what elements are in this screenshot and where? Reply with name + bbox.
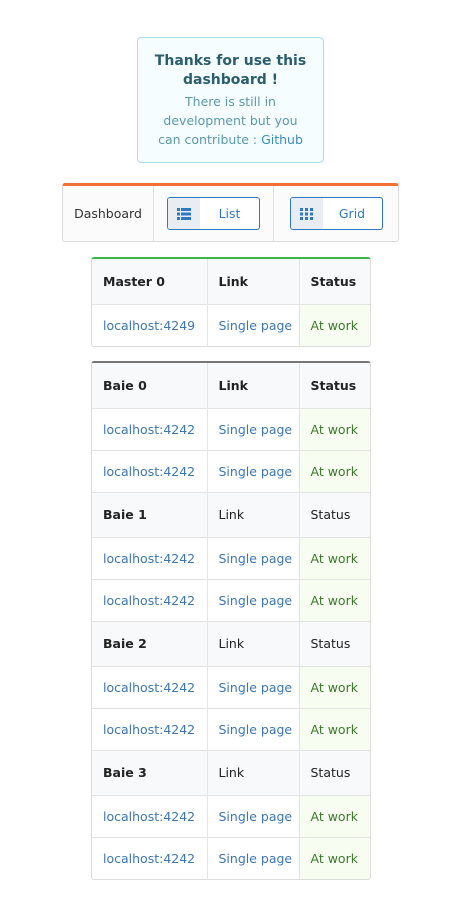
single-page-link[interactable]: Single page bbox=[207, 666, 300, 709]
baie-name-header: Baie 3 bbox=[92, 750, 208, 796]
single-page-link[interactable]: Single page bbox=[207, 537, 300, 580]
host-link[interactable]: localhost:4249 bbox=[92, 304, 208, 346]
host-link[interactable]: localhost:4242 bbox=[92, 537, 208, 580]
status-header: Status bbox=[299, 492, 370, 538]
host-link[interactable]: localhost:4242 bbox=[92, 666, 208, 709]
table-header-row: Baie 1 Link Status bbox=[92, 492, 370, 538]
status-cell: At work bbox=[299, 579, 370, 622]
list-icon bbox=[168, 198, 200, 229]
host-link[interactable]: localhost:4242 bbox=[92, 450, 208, 493]
status-cell: At work bbox=[299, 408, 370, 451]
notice-title: Thanks for use this dashboard ! bbox=[154, 53, 307, 88]
link-header: Link bbox=[207, 492, 300, 538]
table-row: localhost:4242 Single page At work bbox=[92, 408, 370, 451]
table-row: localhost:4249 Single page At work bbox=[92, 304, 370, 346]
single-page-link[interactable]: Single page bbox=[207, 795, 300, 838]
master-table: Master 0 Link Status localhost:4249 Sing… bbox=[91, 257, 371, 347]
status-cell: At work bbox=[299, 795, 370, 838]
table-row: localhost:4242 Single page At work bbox=[92, 537, 370, 580]
baie-name-header: Baie 0 bbox=[92, 363, 208, 409]
table-row: localhost:4242 Single page At work bbox=[92, 666, 370, 709]
status-header: Status bbox=[299, 259, 370, 305]
host-link[interactable]: localhost:4242 bbox=[92, 408, 208, 451]
table-row: localhost:4242 Single page At work bbox=[92, 450, 370, 493]
notice-line-3-text: can contribute : bbox=[158, 132, 262, 147]
host-link[interactable]: localhost:4242 bbox=[92, 708, 208, 751]
table-row: localhost:4242 Single page At work bbox=[92, 837, 370, 879]
status-header: Status bbox=[299, 363, 370, 409]
single-page-link[interactable]: Single page bbox=[207, 450, 300, 493]
baies-table: Baie 0 Link Status localhost:4242 Single… bbox=[91, 361, 371, 880]
info-notice: Thanks for use this dashboard ! There is… bbox=[137, 37, 324, 163]
grid-button-cell: Grid bbox=[274, 186, 398, 241]
status-cell: At work bbox=[299, 708, 370, 751]
grid-button-label: Grid bbox=[338, 206, 366, 221]
status-cell: At work bbox=[299, 666, 370, 709]
table-header-row: Master 0 Link Status bbox=[92, 259, 370, 305]
baie-name-header: Baie 1 bbox=[92, 492, 208, 538]
toolbar-title: Dashboard bbox=[63, 186, 154, 241]
master-name-header: Master 0 bbox=[92, 259, 208, 305]
status-cell: At work bbox=[299, 304, 370, 346]
notice-body: There is still in development but you ca… bbox=[138, 92, 323, 149]
table-row: localhost:4242 Single page At work bbox=[92, 795, 370, 838]
grid-icon bbox=[290, 198, 323, 229]
single-page-link[interactable]: Single page bbox=[207, 408, 300, 451]
host-link[interactable]: localhost:4242 bbox=[92, 795, 208, 838]
notice-line-2: development but you bbox=[163, 113, 298, 128]
list-view-button[interactable]: List bbox=[167, 197, 260, 230]
dashboard-toolbar: Dashboard List Grid bbox=[62, 183, 399, 242]
host-link[interactable]: localhost:4242 bbox=[92, 837, 208, 879]
status-cell: At work bbox=[299, 837, 370, 879]
single-page-link[interactable]: Single page bbox=[207, 837, 300, 879]
status-header: Status bbox=[299, 621, 370, 667]
single-page-link[interactable]: Single page bbox=[207, 304, 300, 346]
single-page-link[interactable]: Single page bbox=[207, 579, 300, 622]
grid-view-button[interactable]: Grid bbox=[289, 197, 383, 230]
link-header: Link bbox=[207, 621, 300, 667]
link-header: Link bbox=[207, 363, 300, 409]
link-header: Link bbox=[207, 750, 300, 796]
status-cell: At work bbox=[299, 450, 370, 493]
list-button-label: List bbox=[218, 206, 241, 221]
table-header-row: Baie 3 Link Status bbox=[92, 750, 370, 796]
table-row: localhost:4242 Single page At work bbox=[92, 579, 370, 622]
link-header: Link bbox=[207, 259, 300, 305]
list-button-cell: List bbox=[154, 186, 274, 241]
notice-line-1: There is still in bbox=[185, 94, 276, 109]
single-page-link[interactable]: Single page bbox=[207, 708, 300, 751]
status-header: Status bbox=[299, 750, 370, 796]
table-row: localhost:4242 Single page At work bbox=[92, 708, 370, 751]
table-header-row: Baie 0 Link Status bbox=[92, 363, 370, 409]
host-link[interactable]: localhost:4242 bbox=[92, 579, 208, 622]
github-link[interactable]: Github bbox=[261, 132, 303, 147]
table-header-row: Baie 2 Link Status bbox=[92, 621, 370, 667]
notice-line-3: can contribute : Github bbox=[138, 130, 323, 149]
status-cell: At work bbox=[299, 537, 370, 580]
baie-name-header: Baie 2 bbox=[92, 621, 208, 667]
